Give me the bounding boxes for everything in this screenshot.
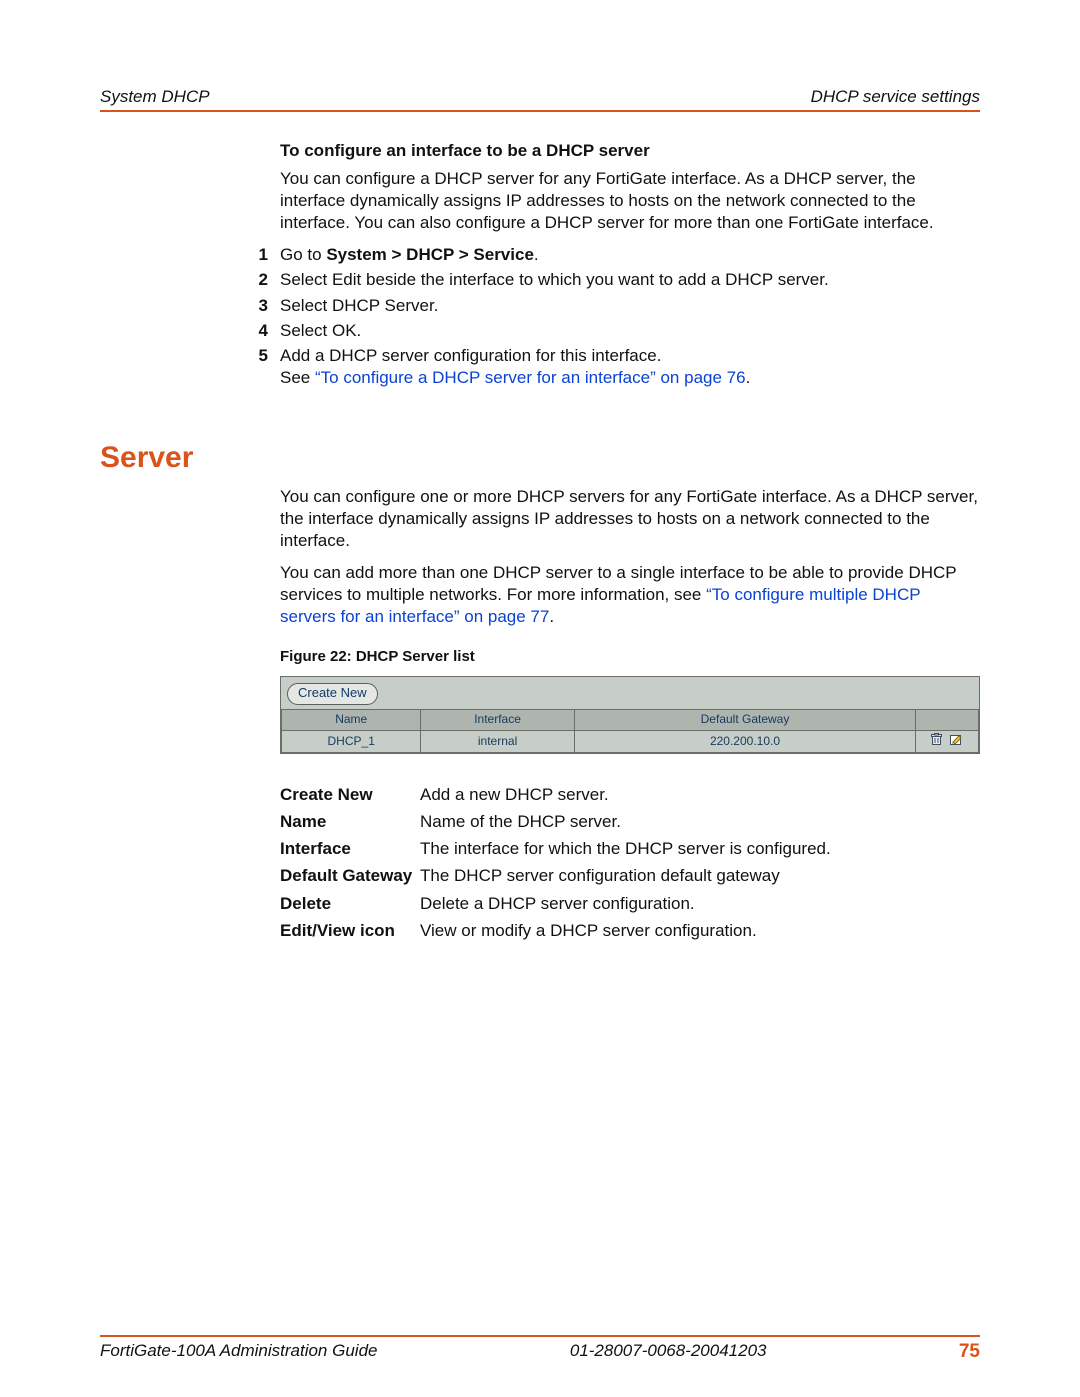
step: 4 Select OK. bbox=[280, 320, 980, 342]
table-row: DHCP_1 internal 220.200.10.0 bbox=[282, 730, 979, 753]
cell-gateway: 220.200.10.0 bbox=[574, 730, 916, 753]
figure-dhcp-server-list: Create New Name Interface Default Gatewa… bbox=[280, 676, 980, 754]
col-header-name: Name bbox=[282, 709, 421, 730]
def-term: Default Gateway bbox=[280, 865, 420, 887]
def-value: The interface for which the DHCP server … bbox=[420, 838, 980, 860]
cell-interface: internal bbox=[421, 730, 574, 753]
figure-caption: Figure 22: DHCP Server list bbox=[280, 647, 980, 667]
content-block-1: To configure an interface to be a DHCP s… bbox=[0, 136, 980, 392]
step-text: Select Edit beside the interface to whic… bbox=[280, 269, 980, 291]
step-text: Add a DHCP server configuration for this… bbox=[280, 345, 980, 389]
step: 2 Select Edit beside the interface to wh… bbox=[280, 269, 980, 291]
section-paragraph: You can configure one or more DHCP serve… bbox=[280, 486, 980, 552]
cross-reference-link[interactable]: “To configure a DHCP server for an inter… bbox=[315, 368, 746, 387]
dhcp-server-table: Name Interface Default Gateway DHCP_1 in… bbox=[281, 709, 979, 753]
def-term: Delete bbox=[280, 893, 420, 915]
step-text: Select DHCP Server. bbox=[280, 295, 980, 317]
content-block-2: You can configure one or more DHCP serve… bbox=[0, 482, 980, 947]
col-header-default-gateway: Default Gateway bbox=[574, 709, 916, 730]
header-left: System DHCP bbox=[100, 86, 210, 108]
def-value: Add a new DHCP server. bbox=[420, 784, 980, 806]
def-row: Create New Add a new DHCP server. bbox=[280, 784, 980, 806]
running-header: System DHCP DHCP service settings bbox=[100, 86, 980, 108]
table-header-row: Name Interface Default Gateway bbox=[282, 709, 979, 730]
def-value: Delete a DHCP server configuration. bbox=[420, 893, 980, 915]
step-text: Select OK. bbox=[280, 320, 980, 342]
footer-rule bbox=[100, 1335, 980, 1337]
def-term: Name bbox=[280, 811, 420, 833]
procedure-heading: To configure an interface to be a DHCP s… bbox=[280, 140, 980, 162]
header-right: DHCP service settings bbox=[811, 86, 980, 108]
section-paragraph: You can add more than one DHCP server to… bbox=[280, 562, 980, 628]
footer-left: FortiGate-100A Administration Guide bbox=[100, 1340, 377, 1365]
step-number: 3 bbox=[242, 295, 268, 317]
running-footer: FortiGate-100A Administration Guide 01-2… bbox=[100, 1340, 980, 1365]
field-definitions: Create New Add a new DHCP server. Name N… bbox=[280, 784, 980, 942]
def-row: Default Gateway The DHCP server configur… bbox=[280, 865, 980, 887]
procedure-steps: 1 Go to System > DHCP > Service. 2 Selec… bbox=[280, 244, 980, 389]
step-number: 2 bbox=[242, 269, 268, 291]
figure-toolbar: Create New bbox=[281, 677, 979, 709]
def-row: Name Name of the DHCP server. bbox=[280, 811, 980, 833]
cell-actions bbox=[916, 730, 979, 753]
footer-middle: 01-28007-0068-20041203 bbox=[570, 1340, 767, 1365]
def-value: The DHCP server configuration default ga… bbox=[420, 865, 980, 887]
step: 5 Add a DHCP server configuration for th… bbox=[280, 345, 980, 389]
step: 1 Go to System > DHCP > Service. bbox=[280, 244, 980, 266]
col-header-interface: Interface bbox=[421, 709, 574, 730]
def-row: Interface The interface for which the DH… bbox=[280, 838, 980, 860]
step-text: Go to System > DHCP > Service. bbox=[280, 244, 980, 266]
def-value: View or modify a DHCP server configurati… bbox=[420, 920, 980, 942]
page-number: 75 bbox=[959, 1340, 980, 1365]
procedure-intro-paragraph: You can configure a DHCP server for any … bbox=[280, 168, 980, 234]
edit-icon[interactable] bbox=[950, 733, 964, 751]
create-new-button[interactable]: Create New bbox=[287, 683, 378, 705]
delete-icon[interactable] bbox=[930, 733, 943, 751]
step: 3 Select DHCP Server. bbox=[280, 295, 980, 317]
def-term: Edit/View icon bbox=[280, 920, 420, 942]
cell-name[interactable]: DHCP_1 bbox=[282, 730, 421, 753]
step-number: 4 bbox=[242, 320, 268, 342]
col-header-actions bbox=[916, 709, 979, 730]
section-heading-server: Server bbox=[100, 438, 193, 477]
def-term: Create New bbox=[280, 784, 420, 806]
def-row: Delete Delete a DHCP server configuratio… bbox=[280, 893, 980, 915]
step-number: 5 bbox=[242, 345, 268, 367]
header-rule bbox=[100, 110, 980, 112]
page: System DHCP DHCP service settings To con… bbox=[0, 0, 1080, 1397]
def-value: Name of the DHCP server. bbox=[420, 811, 980, 833]
def-term: Interface bbox=[280, 838, 420, 860]
def-row: Edit/View icon View or modify a DHCP ser… bbox=[280, 920, 980, 942]
step-number: 1 bbox=[242, 244, 268, 266]
